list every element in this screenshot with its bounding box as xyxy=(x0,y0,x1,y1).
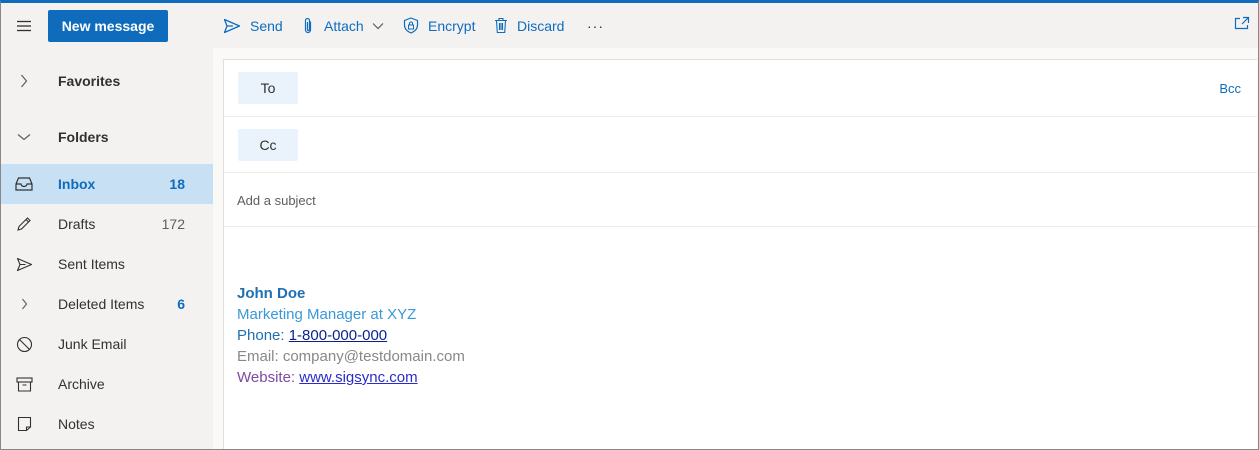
chevron-right-icon[interactable] xyxy=(15,295,33,313)
send-label: Send xyxy=(250,17,283,34)
signature-phone: Phone: 1-800-000-000 xyxy=(237,325,465,346)
folders-label: Folders xyxy=(58,129,109,145)
send-button[interactable]: Send xyxy=(223,3,283,48)
email-signature[interactable]: John Doe Marketing Manager at XYZ Phone:… xyxy=(237,283,465,388)
send-icon xyxy=(15,255,33,273)
chevron-down-icon xyxy=(15,128,33,146)
website-label: Website: xyxy=(237,369,300,386)
sidebar-item-label: Sent Items xyxy=(58,256,125,272)
sidebar-item-sent[interactable]: Sent Items xyxy=(1,244,213,284)
folders-header[interactable]: Folders xyxy=(1,117,213,157)
chevron-down-icon[interactable] xyxy=(372,22,384,30)
compose-pane: To Bcc Cc Add a subject John Doe Marketi… xyxy=(223,59,1257,449)
encrypt-button[interactable]: Encrypt xyxy=(403,3,475,48)
sidebar-item-label: Drafts xyxy=(58,216,96,232)
discard-button[interactable]: Discard xyxy=(494,3,564,48)
attach-button[interactable]: Attach xyxy=(301,3,384,48)
unread-count: 6 xyxy=(177,296,185,312)
mail-window: New message Send Attach Encrypt Discard … xyxy=(0,0,1259,450)
unread-count: 18 xyxy=(169,176,185,192)
encrypt-label: Encrypt xyxy=(428,17,476,34)
to-button[interactable]: To xyxy=(238,72,298,104)
signature-email: Email: company@testdomain.com xyxy=(237,348,465,365)
sidebar-item-label: Archive xyxy=(58,376,105,392)
signature-name: John Doe xyxy=(237,285,306,302)
to-row: To Bcc xyxy=(224,60,1257,117)
paperclip-icon xyxy=(304,17,312,33)
inbox-icon xyxy=(15,175,33,193)
note-icon xyxy=(15,415,33,433)
new-message-button[interactable]: New message xyxy=(48,9,168,42)
phone-link[interactable]: 1-800-000-000 xyxy=(289,327,387,344)
favorites-header[interactable]: Favorites xyxy=(1,61,213,101)
block-icon xyxy=(15,335,33,353)
trash-icon xyxy=(495,17,507,34)
sidebar-item-deleted[interactable]: Deleted Items 6 xyxy=(1,284,213,324)
command-bar: New message Send Attach Encrypt Discard … xyxy=(1,3,1258,48)
phone-label: Phone: xyxy=(237,327,289,344)
chevron-right-icon xyxy=(15,72,33,90)
cc-button[interactable]: Cc xyxy=(238,129,298,161)
sidebar-item-label: Notes xyxy=(58,416,95,432)
signature-title: Marketing Manager at XYZ xyxy=(237,306,417,323)
discard-label: Discard xyxy=(517,17,565,34)
item-count: 172 xyxy=(161,216,185,232)
bcc-button[interactable]: Bcc xyxy=(1219,81,1241,96)
folder-pane: Favorites Folders Inbox 18 Drafts 172 Se… xyxy=(1,48,213,449)
subject-row[interactable] xyxy=(224,173,1257,227)
cc-row: Cc xyxy=(224,117,1257,173)
send-icon xyxy=(223,18,241,33)
sidebar-item-drafts[interactable]: Drafts 172 xyxy=(1,204,213,244)
sidebar-item-archive[interactable]: Archive xyxy=(1,364,213,404)
sidebar-item-label: Inbox xyxy=(58,176,96,192)
sidebar-item-notes[interactable]: Notes xyxy=(1,404,213,444)
sidebar-item-label: Junk Email xyxy=(58,336,127,352)
hamburger-menu-icon[interactable] xyxy=(1,3,47,48)
website-link[interactable]: www.sigsync.com xyxy=(299,369,417,386)
sidebar-item-junk[interactable]: Junk Email xyxy=(1,324,213,364)
pencil-icon xyxy=(15,215,33,233)
shield-lock-icon xyxy=(403,17,419,34)
popout-icon[interactable] xyxy=(1234,16,1250,35)
more-options-button[interactable]: ··· xyxy=(587,3,604,48)
favorites-label: Favorites xyxy=(58,73,121,89)
sidebar-item-inbox[interactable]: Inbox 18 xyxy=(1,164,213,204)
archive-icon xyxy=(15,375,33,393)
attach-label: Attach xyxy=(324,17,364,34)
subject-input[interactable]: Add a subject xyxy=(237,193,316,208)
sidebar-item-label: Deleted Items xyxy=(58,296,145,312)
signature-website: Website: www.sigsync.com xyxy=(237,367,465,388)
